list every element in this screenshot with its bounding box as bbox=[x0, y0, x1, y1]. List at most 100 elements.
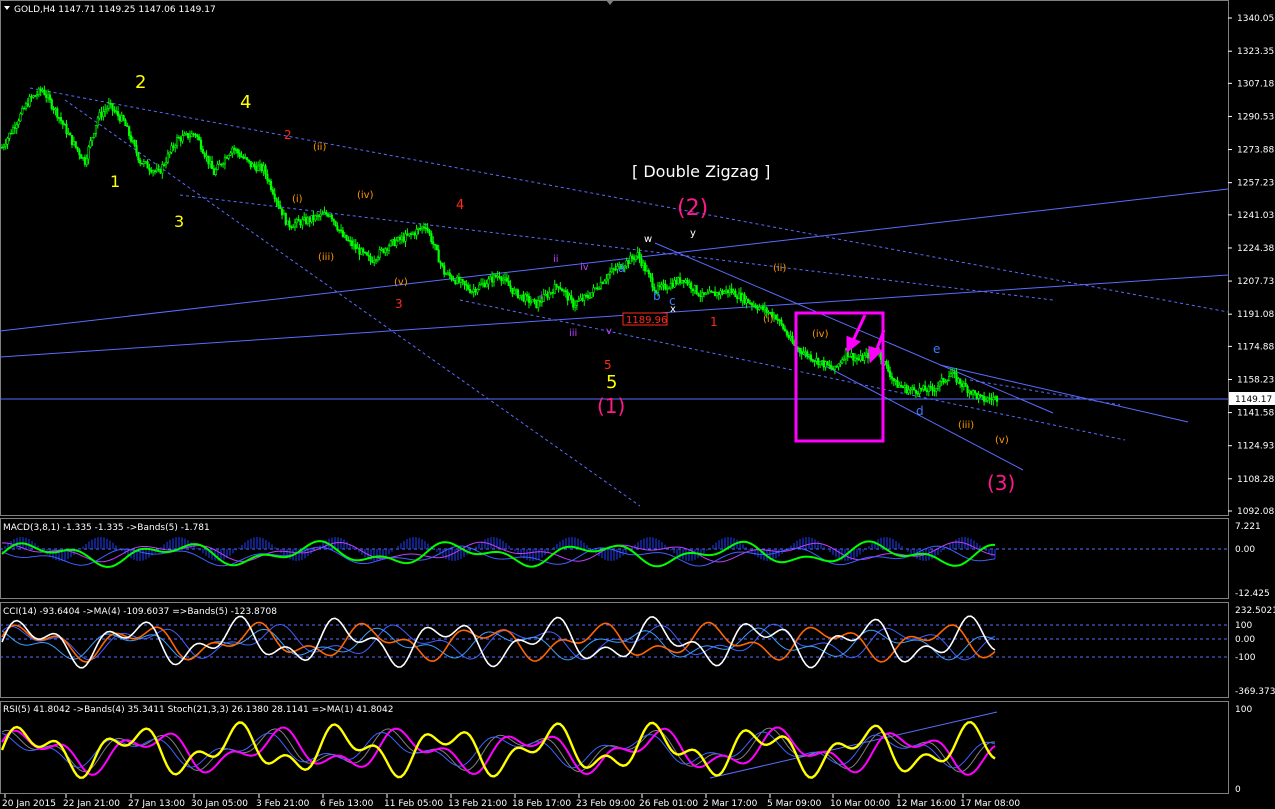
candle-body bbox=[23, 107, 26, 110]
candle-body bbox=[559, 287, 562, 290]
candle-body bbox=[583, 294, 586, 301]
candle-body bbox=[527, 295, 531, 303]
candle-body bbox=[415, 229, 418, 236]
candle-body bbox=[614, 268, 617, 271]
indicator-tick-label: 0.00 bbox=[1235, 635, 1255, 645]
candle-body bbox=[774, 314, 777, 320]
candle-body bbox=[448, 272, 451, 277]
candle-body bbox=[426, 227, 429, 231]
wave-label: (iii) bbox=[318, 252, 334, 263]
candle-body bbox=[286, 220, 289, 225]
candle-body bbox=[244, 157, 247, 159]
wave-label: 5 bbox=[604, 358, 612, 372]
candle-body bbox=[605, 278, 608, 282]
price-tick-label: 1307.18 bbox=[1237, 79, 1274, 89]
candle-body bbox=[612, 268, 615, 271]
wave-label: 3 bbox=[174, 212, 184, 231]
candle-body bbox=[957, 378, 960, 383]
indicator-tick-label: 100 bbox=[1235, 705, 1252, 715]
candle-body bbox=[660, 284, 663, 288]
candle-body bbox=[907, 389, 910, 394]
candle-body bbox=[266, 173, 269, 181]
candle-body bbox=[78, 149, 81, 156]
candle-body bbox=[542, 294, 545, 302]
candle-body bbox=[386, 248, 389, 251]
candle-body bbox=[468, 288, 472, 293]
candle-body bbox=[544, 293, 547, 296]
candle-body bbox=[741, 294, 744, 302]
candle-body bbox=[922, 385, 925, 390]
candle-body bbox=[804, 351, 807, 354]
candle-body bbox=[81, 157, 85, 159]
candle-body bbox=[387, 245, 391, 251]
candle-body bbox=[192, 133, 195, 135]
candle-body bbox=[684, 279, 687, 283]
candle-body bbox=[443, 265, 446, 275]
candle-body bbox=[927, 386, 930, 392]
candle-body bbox=[341, 230, 344, 238]
candle-body bbox=[321, 213, 324, 216]
candle-body bbox=[901, 386, 905, 388]
candle-body bbox=[139, 159, 142, 164]
candle-body bbox=[48, 94, 52, 100]
candle-body bbox=[489, 276, 492, 280]
candle-body bbox=[140, 162, 144, 165]
candle-body bbox=[113, 109, 116, 112]
candle-body bbox=[247, 159, 251, 162]
candle-body bbox=[393, 239, 396, 246]
candle-body bbox=[24, 103, 28, 109]
candle-body bbox=[369, 256, 372, 262]
candle-body bbox=[198, 136, 201, 141]
candle-body bbox=[502, 278, 505, 281]
candle-body bbox=[137, 152, 140, 161]
wave-label: x bbox=[670, 304, 676, 315]
candle-body bbox=[680, 279, 684, 284]
candle-body bbox=[467, 285, 470, 290]
candle-body bbox=[940, 378, 943, 382]
candle-body bbox=[98, 111, 101, 119]
candle-body bbox=[245, 157, 249, 161]
candle-body bbox=[592, 287, 595, 293]
candle-body bbox=[642, 262, 645, 266]
candle-body bbox=[8, 132, 11, 139]
candle-body bbox=[424, 227, 427, 230]
indicator-tick-label: 0.00 bbox=[1235, 545, 1255, 555]
candle-body bbox=[643, 262, 647, 272]
candle-body bbox=[505, 277, 508, 282]
candle-body bbox=[59, 117, 63, 122]
candle-body bbox=[144, 161, 147, 163]
main-header: GOLD,H4 1147.71 1149.25 1147.06 1149.17 bbox=[4, 5, 216, 15]
candle-body bbox=[153, 170, 157, 173]
candle-body bbox=[207, 155, 210, 165]
candle-body bbox=[349, 240, 352, 242]
candle-body bbox=[806, 351, 809, 357]
wave-label: (iii) bbox=[958, 420, 974, 431]
time-tick-label: 12 Mar 16:00 bbox=[896, 799, 956, 809]
candle-body bbox=[889, 370, 892, 378]
candle-body bbox=[336, 225, 339, 231]
candle-body bbox=[855, 357, 859, 360]
candle-body bbox=[983, 396, 986, 402]
price-tag-label: 1189.96 bbox=[626, 315, 667, 326]
candle-body bbox=[275, 198, 278, 202]
wave-label: (v) bbox=[394, 277, 408, 288]
candle-body bbox=[610, 268, 613, 273]
candle-body bbox=[737, 292, 741, 299]
candle-body bbox=[94, 125, 98, 134]
candle-body bbox=[865, 352, 868, 356]
candle-body bbox=[6, 138, 9, 145]
candle-body bbox=[754, 304, 757, 308]
candle-body bbox=[647, 270, 650, 275]
price-tick-label: 1092.08 bbox=[1237, 507, 1274, 517]
candle-body bbox=[564, 290, 567, 293]
candle-body bbox=[15, 124, 18, 129]
time-tick-label: 11 Feb 05:00 bbox=[384, 799, 443, 809]
candle-body bbox=[520, 294, 523, 297]
candle-body bbox=[174, 145, 177, 148]
candle-body bbox=[61, 120, 64, 125]
candle-body bbox=[400, 236, 403, 240]
candle-body bbox=[844, 349, 848, 360]
candle-body bbox=[822, 360, 825, 368]
candle-body bbox=[990, 398, 993, 401]
candle-body bbox=[931, 386, 934, 391]
